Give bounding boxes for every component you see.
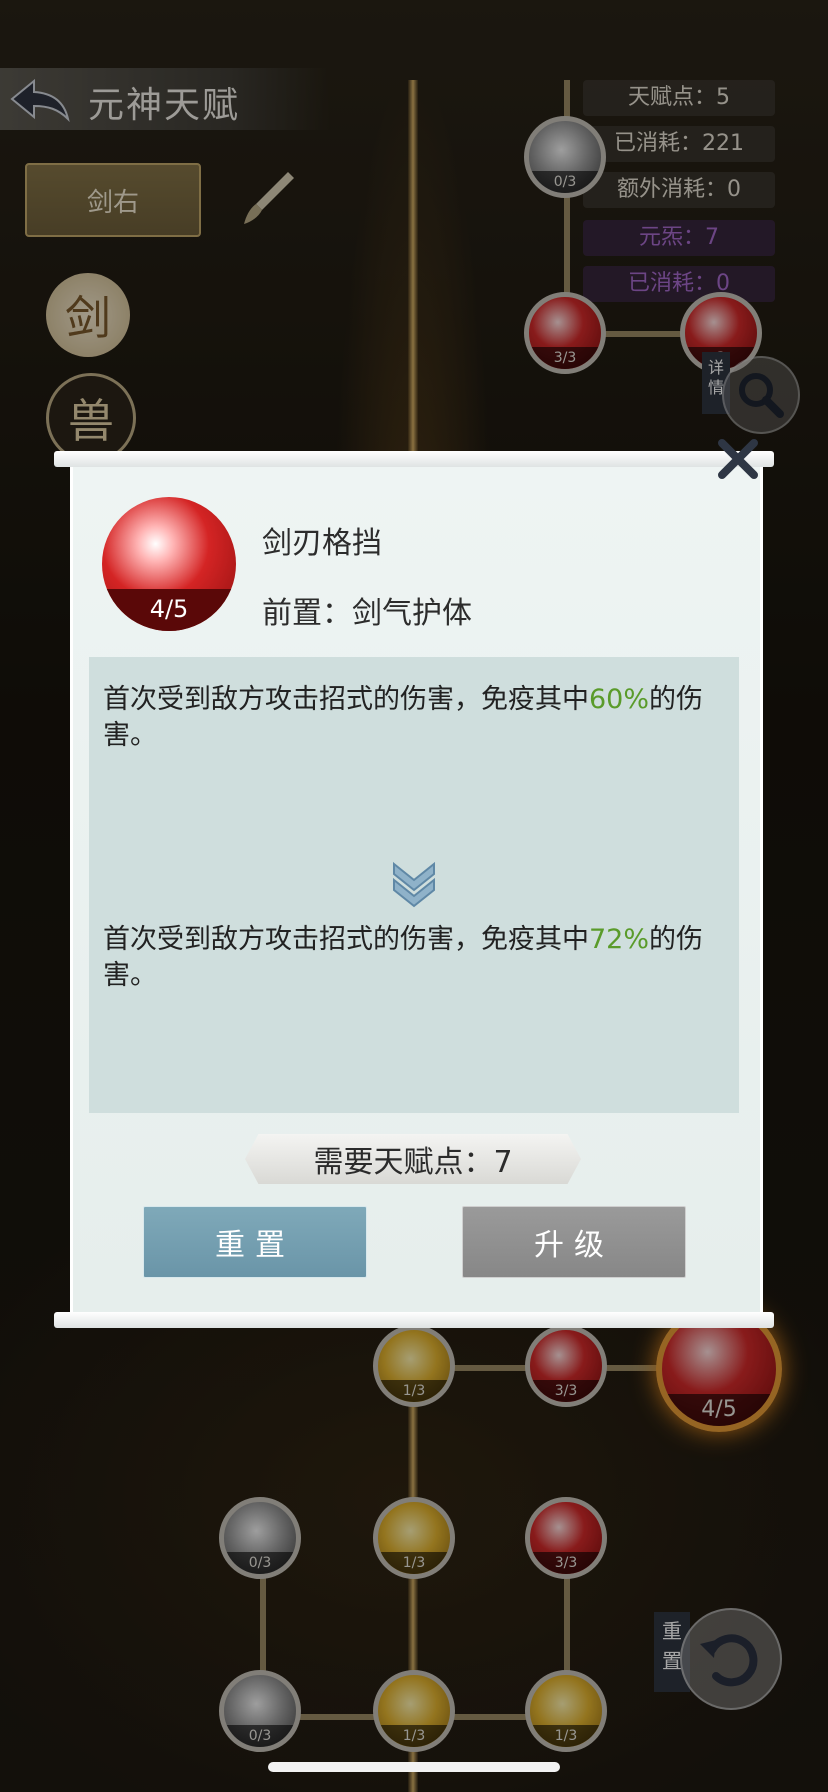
double-chevron-down-icon: [393, 861, 435, 908]
scroll-rod-top: [54, 451, 774, 467]
effect-value: 72%: [589, 924, 650, 955]
cost-bar: 需要天赋点：7: [245, 1134, 581, 1184]
reset-button[interactable]: 重置: [143, 1206, 367, 1278]
current-effect: 首次受到敌方攻击招式的伤害，免疫其中60%的伤害。: [103, 682, 723, 754]
effect-text: 首次受到敌方攻击招式的伤害，免疫其中: [103, 684, 589, 715]
next-effect: 首次受到敌方攻击招式的伤害，免疫其中72%的伤害。: [103, 922, 723, 994]
upgrade-button[interactable]: 升级: [462, 1206, 686, 1278]
skill-level: 4/5: [102, 589, 236, 631]
scroll-rod-bottom: [54, 1312, 774, 1328]
skill-prerequisite: 前置：剑气护体: [262, 596, 472, 631]
close-icon[interactable]: [716, 437, 760, 481]
effect-value: 60%: [589, 684, 650, 715]
home-indicator[interactable]: [268, 1762, 560, 1772]
effect-text: 首次受到敌方攻击招式的伤害，免疫其中: [103, 924, 589, 955]
skill-icon: 4/5: [102, 497, 236, 631]
skill-name: 剑刃格挡: [262, 526, 382, 561]
